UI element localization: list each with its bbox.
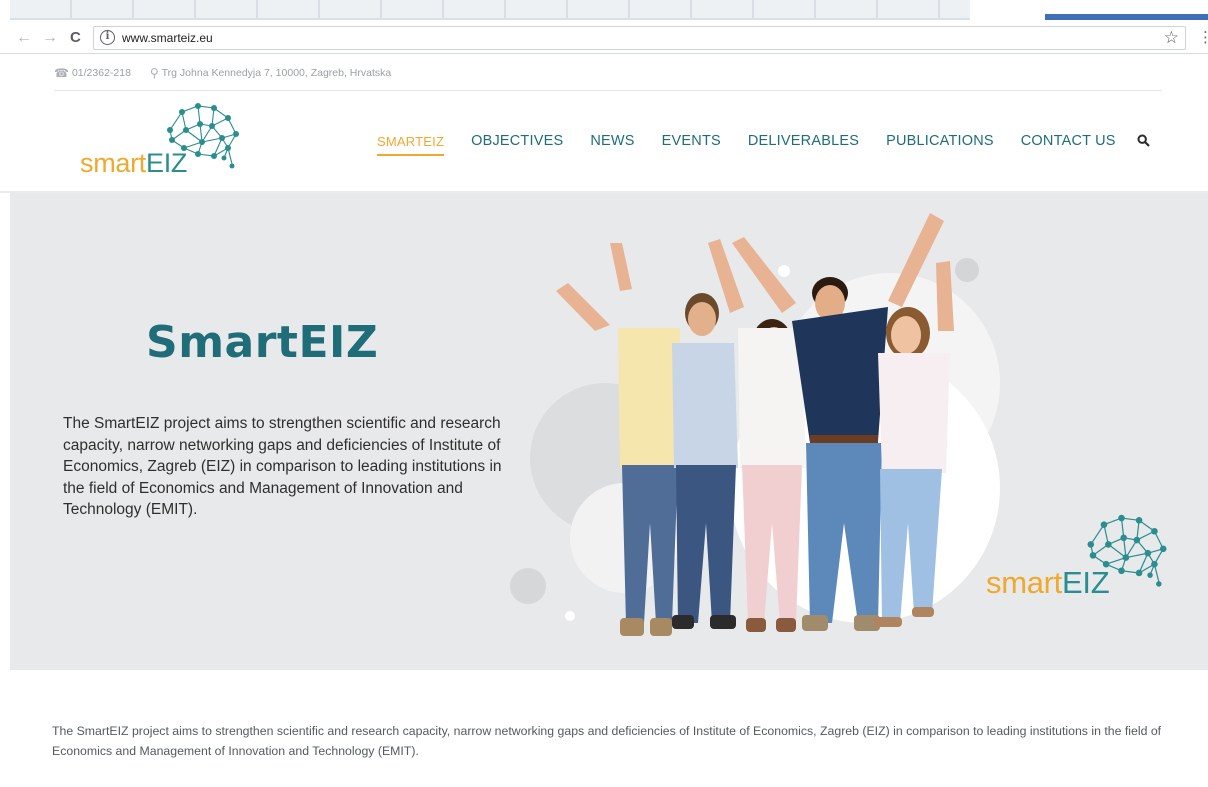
street-address: Trg Johna Kennedyja 7, 10000, Zagreb, Hr…: [161, 67, 392, 79]
nav-item-publications[interactable]: PUBLICATIONS: [886, 133, 994, 156]
magnifier-glyph: [1137, 133, 1150, 147]
contact-info-bar: ☎ 01/2362-218 ⚲ Trg Johna Kennedyja 7, 100…: [54, 66, 391, 80]
reload-icon[interactable]: C: [70, 28, 81, 48]
address-bar[interactable]: i www.smarteiz.eu ☆: [93, 26, 1186, 50]
browser-toolbar: ← → C i www.smarteiz.eu ☆ ⋮: [0, 22, 1208, 54]
hero-banner: SmartEIZ The SmartEIZ project aims to st…: [10, 193, 1208, 670]
logo-suffix: EIZ: [146, 148, 188, 178]
logo-wordmark: smartEIZ: [80, 148, 187, 179]
nav-item-objectives[interactable]: OBJECTIVES: [471, 133, 563, 156]
browser-tabstrip: [0, 0, 1208, 20]
hero-description: The SmartEIZ project aims to strengthen …: [63, 415, 502, 518]
nav-item-events[interactable]: EVENTS: [662, 133, 721, 156]
site-info-icon[interactable]: i: [100, 30, 115, 45]
forward-icon[interactable]: →: [42, 28, 58, 48]
browser-menu-icon[interactable]: ⋮: [1198, 28, 1208, 46]
intro-paragraph: The SmartEIZ project aims to strengthen …: [52, 724, 1162, 758]
hero-logo-suffix: EIZ: [1062, 565, 1110, 600]
decorative-bubble: [965, 531, 985, 551]
nav-item-deliverables[interactable]: DELIVERABLES: [748, 133, 859, 156]
divider: [54, 90, 1162, 91]
group-of-people-image: [556, 213, 954, 636]
bookmark-star-icon[interactable]: ☆: [1164, 28, 1179, 48]
browser-active-tab[interactable]: [1045, 14, 1208, 20]
hero-logo-wordmark: smartEIZ: [986, 565, 1110, 601]
search-icon[interactable]: [1137, 133, 1150, 156]
url-text[interactable]: www.smarteiz.eu: [122, 31, 213, 45]
site-logo[interactable]: smartEIZ: [80, 100, 250, 185]
logo-prefix: smart: [80, 148, 147, 178]
hero-logo-prefix: smart: [986, 565, 1063, 600]
nav-item-smarteiz[interactable]: SMARTEIZ: [377, 134, 445, 156]
phone-icon: ☎: [54, 66, 69, 80]
hero-title: SmartEIZ: [146, 317, 379, 368]
nav-item-contact-us[interactable]: CONTACT US: [1021, 133, 1116, 156]
back-icon[interactable]: ←: [16, 28, 32, 48]
main-nav: SMARTEIZ OBJECTIVES NEWS EVENTS DELIVERA…: [377, 133, 1150, 156]
location-pin-icon: ⚲: [149, 66, 159, 80]
browser-tabs[interactable]: [10, 0, 970, 20]
nav-item-news[interactable]: NEWS: [590, 133, 634, 156]
hero-logo: smartEIZ: [986, 511, 1176, 606]
phone-number[interactable]: 01/2362-218: [72, 67, 131, 79]
